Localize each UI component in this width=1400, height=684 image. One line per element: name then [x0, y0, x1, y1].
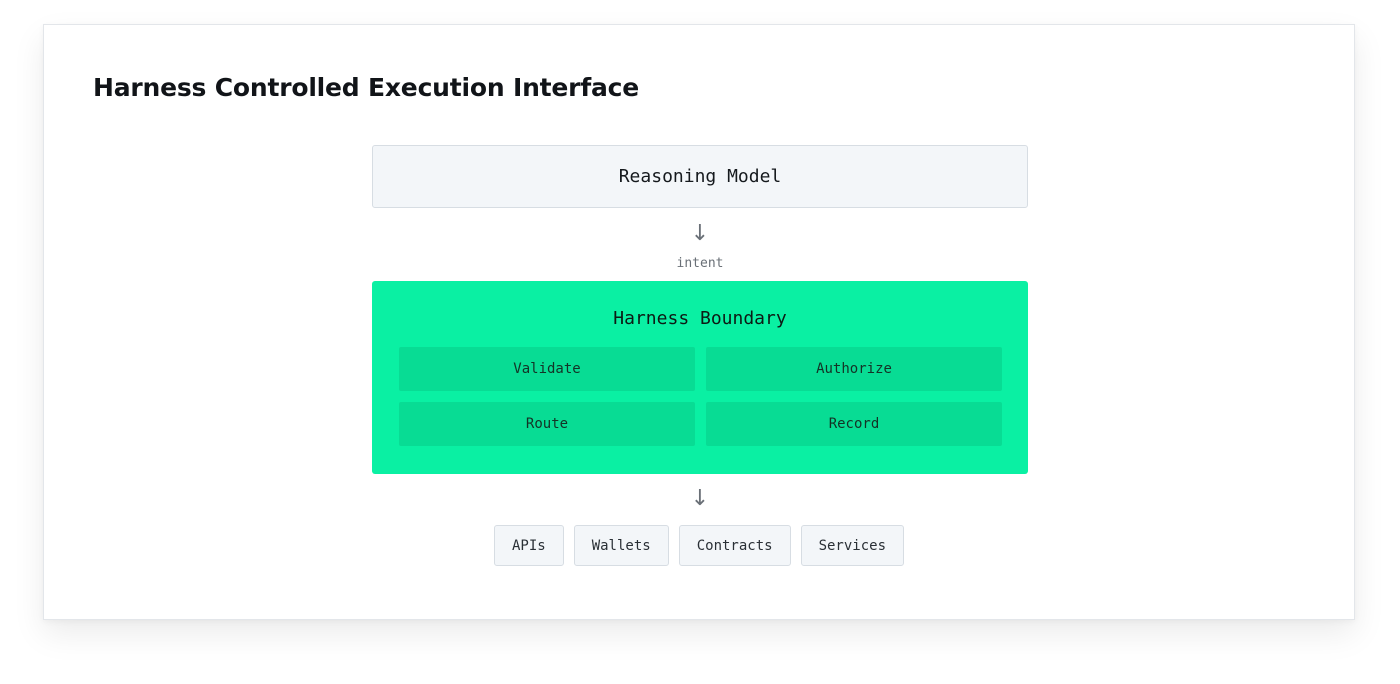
harness-boundary-title: Harness Boundary — [613, 308, 787, 329]
step-record: Record — [706, 402, 1002, 446]
step-authorize: Authorize — [706, 347, 1002, 391]
intent-edge-label: intent — [676, 256, 724, 271]
diagram-card: Harness Controlled Execution Interface R… — [43, 24, 1355, 620]
page-title: Harness Controlled Execution Interface — [93, 73, 640, 102]
target-apis: APIs — [493, 525, 564, 566]
down-arrow-icon: ↓ — [690, 221, 710, 246]
target-contracts: Contracts — [678, 525, 791, 566]
target-wallets: Wallets — [573, 525, 669, 566]
step-validate: Validate — [399, 347, 695, 391]
down-arrow-icon: ↓ — [690, 486, 710, 511]
harness-boundary: Harness Boundary Validate Authorize Rout… — [372, 281, 1028, 474]
target-services: Services — [800, 525, 905, 566]
step-route: Route — [399, 402, 695, 446]
reasoning-model-box: Reasoning Model — [372, 145, 1028, 208]
target-list: APIs Wallets Contracts Services — [44, 525, 1354, 566]
